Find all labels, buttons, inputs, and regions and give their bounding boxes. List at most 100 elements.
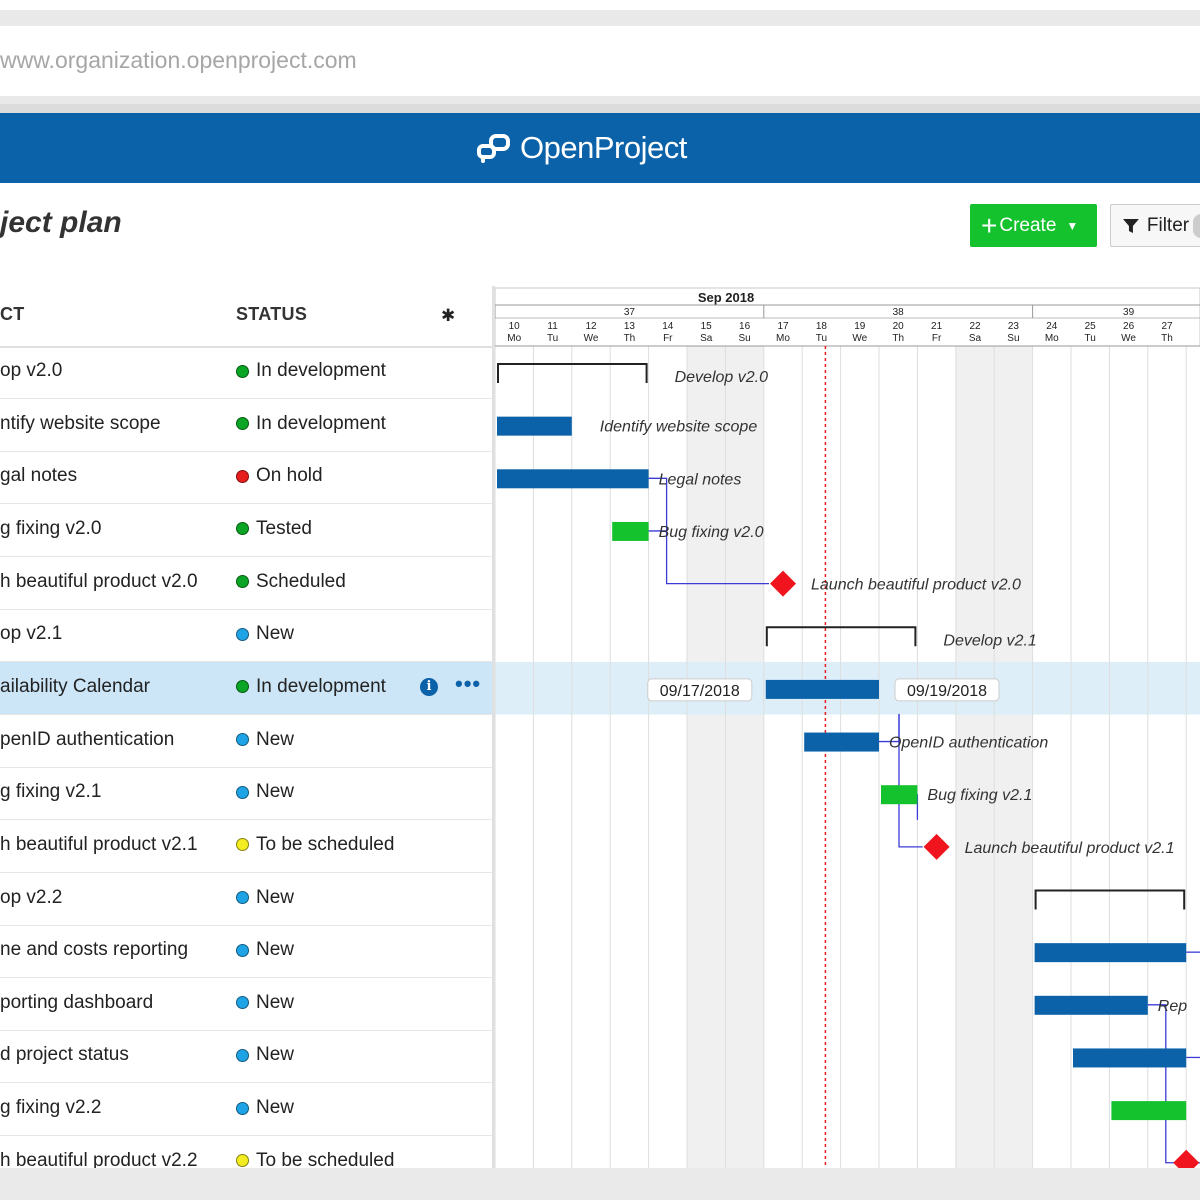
- day-number: 25: [1085, 321, 1097, 332]
- bar-label: Rep: [1158, 998, 1187, 1015]
- status-cell[interactable]: In development: [236, 676, 386, 698]
- table-row[interactable]: ailability Calendar In development i •••: [0, 661, 492, 715]
- status-dot-icon: [236, 838, 249, 852]
- status-cell[interactable]: In development: [236, 360, 386, 382]
- subject-cell[interactable]: op v2.0: [0, 360, 62, 382]
- status-cell[interactable]: New: [236, 1097, 294, 1119]
- page-title: ject plan: [0, 206, 122, 239]
- status-label: On hold: [256, 465, 323, 487]
- table-row[interactable]: g fixing v2.1 New: [0, 767, 492, 821]
- column-header-status[interactable]: STATUS: [236, 304, 307, 325]
- gantt-bar[interactable]: [881, 785, 918, 805]
- status-cell[interactable]: To be scheduled: [236, 834, 394, 856]
- gantt-bar[interactable]: [1034, 943, 1187, 963]
- day-number: 26: [1123, 321, 1135, 332]
- gantt-bar[interactable]: [804, 732, 879, 752]
- table-row[interactable]: op v2.2 New: [0, 873, 492, 926]
- table-row[interactable]: ntify website scope In development: [0, 399, 492, 452]
- column-header-subject[interactable]: CT: [0, 304, 25, 325]
- bar-label: Develop v2.1: [943, 632, 1036, 649]
- status-dot-icon: [236, 943, 249, 957]
- subject-cell[interactable]: op v2.1: [0, 623, 62, 645]
- status-cell[interactable]: New: [236, 623, 294, 645]
- gantt-bar[interactable]: [1073, 1048, 1187, 1068]
- subject-cell[interactable]: g fixing v2.2: [0, 1097, 101, 1119]
- status-dot-icon: [236, 891, 249, 904]
- subject-cell[interactable]: d project status: [0, 1044, 129, 1066]
- status-dot-icon: [236, 575, 249, 589]
- status-cell[interactable]: Tested: [236, 518, 312, 540]
- gantt-bar[interactable]: [497, 416, 572, 436]
- table-row[interactable]: g fixing v2.2 New: [0, 1083, 492, 1137]
- status-cell[interactable]: New: [236, 939, 294, 961]
- status-cell[interactable]: On hold: [236, 465, 323, 487]
- status-cell[interactable]: New: [236, 729, 294, 751]
- subject-cell[interactable]: ntify website scope: [0, 413, 161, 435]
- status-dot-icon: [236, 627, 249, 641]
- subject-cell[interactable]: porting dashboard: [0, 992, 153, 1014]
- status-cell[interactable]: New: [236, 992, 294, 1014]
- info-icon[interactable]: i: [420, 677, 438, 696]
- day-of-week: Su: [1007, 333, 1019, 344]
- table-row[interactable]: porting dashboard New: [0, 978, 492, 1031]
- day-of-week: Th: [624, 333, 636, 344]
- status-label: New: [256, 781, 295, 803]
- status-label: New: [256, 991, 295, 1013]
- gear-icon[interactable]: ✱: [441, 306, 455, 326]
- address-bar-url[interactable]: www.organization.openproject.com: [0, 47, 357, 74]
- table-row[interactable]: d project status New: [0, 1030, 492, 1084]
- table-row[interactable]: g fixing v2.0 Tested: [0, 504, 492, 557]
- day-number: 14: [662, 321, 674, 332]
- gantt-bar[interactable]: [1034, 995, 1148, 1015]
- day-of-week: Th: [1161, 333, 1173, 344]
- day-number: 15: [701, 321, 713, 332]
- week-label: 39: [1123, 307, 1135, 318]
- table-row[interactable]: penID authentication New: [0, 715, 492, 768]
- table-row[interactable]: op v2.1 New: [0, 609, 492, 663]
- gantt-bar[interactable]: [497, 469, 649, 489]
- day-of-week: Sa: [700, 333, 713, 344]
- day-number: 10: [509, 321, 521, 332]
- gantt-bar[interactable]: [765, 679, 879, 699]
- status-label: In development: [256, 412, 386, 434]
- day-of-week: Tu: [816, 333, 827, 344]
- status-cell[interactable]: Scheduled: [236, 571, 346, 593]
- bar-label: Develop v2.0: [675, 369, 768, 386]
- day-number: 23: [1008, 321, 1020, 332]
- table-row[interactable]: h beautiful product v2.1 To be scheduled: [0, 820, 492, 873]
- more-actions-icon[interactable]: •••: [455, 671, 481, 697]
- subject-cell[interactable]: gal notes: [0, 465, 77, 487]
- table-row[interactable]: gal notes On hold: [0, 451, 492, 505]
- status-cell[interactable]: In development: [236, 413, 386, 435]
- bar-label: Identify website scope: [600, 419, 758, 436]
- day-number: 17: [777, 321, 789, 332]
- day-number: 21: [931, 321, 943, 332]
- table-row[interactable]: op v2.0 In development: [0, 346, 492, 399]
- milestone-label: Launch beautiful product v2.1: [965, 840, 1175, 857]
- subject-cell[interactable]: ailability Calendar: [0, 676, 150, 698]
- day-of-week: Mo: [776, 333, 790, 344]
- day-number: 19: [854, 321, 866, 332]
- subject-cell[interactable]: penID authentication: [0, 729, 174, 751]
- table-row[interactable]: ne and costs reporting New: [0, 925, 492, 979]
- status-cell[interactable]: New: [236, 887, 294, 909]
- day-number: 16: [739, 321, 751, 332]
- status-cell[interactable]: New: [236, 1044, 294, 1066]
- status-dot-icon: [236, 996, 249, 1010]
- bar-label: Bug fixing v2.1: [927, 787, 1032, 804]
- status-dot-icon: [236, 1048, 249, 1062]
- subject-cell[interactable]: g fixing v2.1: [0, 781, 101, 803]
- status-dot-icon: [236, 1101, 249, 1115]
- subject-cell[interactable]: op v2.2: [0, 887, 62, 909]
- subject-cell[interactable]: h beautiful product v2.0: [0, 571, 198, 593]
- gantt-bar[interactable]: [612, 521, 649, 541]
- week-label: 37: [624, 307, 636, 318]
- day-number: 12: [585, 321, 597, 332]
- table-row[interactable]: h beautiful product v2.0 Scheduled: [0, 557, 492, 610]
- status-cell[interactable]: New: [236, 781, 294, 803]
- subject-cell[interactable]: ne and costs reporting: [0, 939, 188, 961]
- gantt-bar[interactable]: [1111, 1101, 1187, 1121]
- subject-cell[interactable]: g fixing v2.0: [0, 518, 101, 540]
- subject-cell[interactable]: h beautiful product v2.1: [0, 834, 198, 856]
- month-label: Sep 2018: [698, 290, 754, 305]
